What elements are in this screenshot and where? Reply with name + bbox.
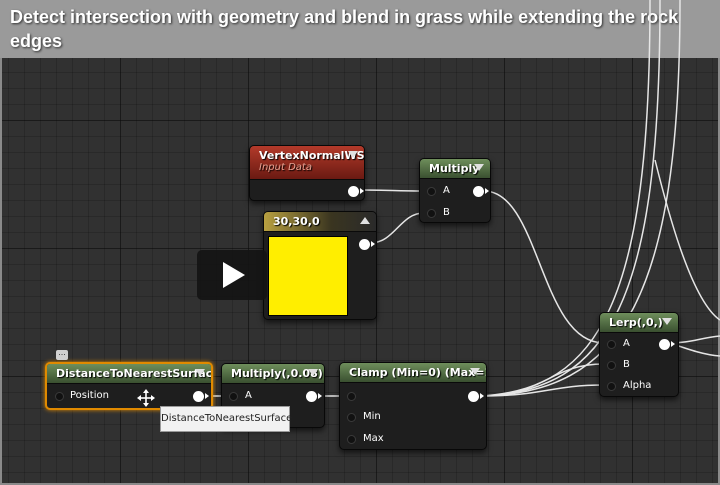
node-distance-header[interactable]: DistanceToNearestSurface: [47, 364, 211, 384]
output-pin[interactable]: [348, 186, 364, 197]
dropdown-arrow-icon[interactable]: [470, 368, 480, 375]
node-lerp[interactable]: Lerp(,0,) A B Alpha: [599, 312, 679, 397]
wire-constant-to-multiply: [369, 212, 425, 244]
node-multiply-0-08-header[interactable]: Multiply(,0.08): [222, 364, 324, 384]
node-lerp-title: Lerp(,0,): [609, 316, 663, 329]
node-multiply-title: Multiply: [429, 162, 480, 175]
wire-multiply-to-lerp: [483, 190, 605, 344]
pin-label-b: B: [623, 359, 630, 370]
tooltip: DistanceToNearestSurface: [160, 406, 292, 432]
node-clamp-title: Clamp (Min=0) (Max=1): [349, 366, 487, 379]
output-pin[interactable]: [468, 391, 484, 402]
dropdown-arrow-icon[interactable]: [195, 369, 205, 376]
input-pin-b[interactable]: [427, 209, 436, 218]
dropdown-arrow-icon[interactable]: [348, 151, 358, 158]
comment-bubble-icon[interactable]: ...: [56, 349, 68, 360]
dropdown-arrow-icon[interactable]: [474, 164, 484, 171]
pin-label-alpha: Alpha: [623, 380, 652, 391]
pin-label-position: Position: [70, 390, 109, 401]
input-pin-a[interactable]: [607, 340, 616, 349]
output-pin[interactable]: [306, 391, 322, 402]
input-pin-a[interactable]: [427, 187, 436, 196]
node-clamp[interactable]: Clamp (Min=0) (Max=1) Min Max: [339, 362, 487, 450]
input-pin-max[interactable]: [347, 435, 356, 444]
output-pin[interactable]: [193, 391, 209, 402]
play-icon: [223, 262, 245, 288]
output-pin[interactable]: [473, 186, 489, 197]
play-button[interactable]: [197, 250, 267, 300]
node-vertex-normal-header[interactable]: VertexNormalWS Input Data: [250, 146, 364, 180]
node-distance-title: DistanceToNearestSurface: [56, 367, 213, 380]
pin-label-min: Min: [363, 411, 381, 422]
node-constant-header[interactable]: 30,30,0: [264, 212, 376, 232]
color-swatch: [268, 236, 348, 316]
node-constant-title: 30,30,0: [273, 215, 320, 228]
wire-right-edge: [654, 159, 720, 321]
input-pin-a[interactable]: [229, 392, 238, 401]
node-multiply-header[interactable]: Multiply: [420, 159, 490, 179]
pin-label-a: A: [623, 338, 630, 349]
input-pin-value[interactable]: [347, 392, 356, 401]
node-multiply[interactable]: Multiply A B: [419, 158, 491, 223]
output-pin[interactable]: [359, 239, 375, 250]
wire-vertexnormal-to-multiply: [361, 189, 425, 192]
dropdown-arrow-icon[interactable]: [662, 318, 672, 325]
pin-label-max: Max: [363, 433, 384, 444]
node-vertex-normal-subtitle: Input Data: [259, 162, 312, 173]
input-pin-position[interactable]: [55, 392, 64, 401]
dropdown-arrow-icon[interactable]: [308, 369, 318, 376]
move-cursor-icon: [137, 389, 155, 407]
pin-label-b: B: [443, 207, 450, 218]
node-clamp-header[interactable]: Clamp (Min=0) (Max=1): [340, 363, 486, 383]
pin-label-a: A: [245, 390, 252, 401]
node-constant-vector[interactable]: 30,30,0: [263, 211, 377, 320]
input-pin-b[interactable]: [607, 361, 616, 370]
node-distance-to-nearest-surface[interactable]: DistanceToNearestSurface Position: [45, 362, 213, 410]
output-pin[interactable]: [659, 339, 675, 350]
graph-canvas[interactable]: Detect intersection with geometry and bl…: [0, 0, 720, 485]
pin-label-a: A: [443, 185, 450, 196]
node-vertex-normal[interactable]: VertexNormalWS Input Data: [249, 145, 365, 201]
node-lerp-header[interactable]: Lerp(,0,): [600, 313, 678, 333]
input-pin-min[interactable]: [347, 413, 356, 422]
input-pin-alpha[interactable]: [607, 382, 616, 391]
collapse-arrow-icon[interactable]: [360, 217, 370, 224]
